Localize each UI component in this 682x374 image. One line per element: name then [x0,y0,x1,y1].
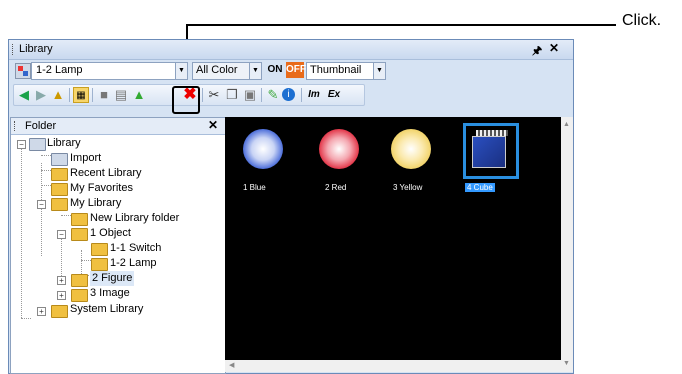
tree-node-2-figure[interactable]: 2 Figure [90,271,135,286]
info-icon[interactable]: i [282,88,295,101]
folder-pane-grip-icon [14,121,17,131]
selector-row: 1-2 Lamp ▼ All Color ▼ ON OFF Thumbnail … [9,60,573,82]
thumbnail-3-yellow[interactable] [391,129,431,169]
tree-node-my-favorites[interactable]: My Favorites [70,181,133,196]
folder-icon [71,289,88,302]
tree-node-system-library[interactable]: System Library [70,302,143,317]
library-combo[interactable]: 1-2 Lamp [31,62,177,80]
horizontal-scrollbar[interactable]: ◀ [225,360,561,372]
folder-icon [51,168,68,181]
tree-expand-image-icon[interactable]: + [57,291,66,300]
callout-line-horizontal [186,24,616,26]
folder-tree-toggle-icon[interactable]: ▦ [73,87,89,103]
tree-node-1-1-switch[interactable]: 1-1 Switch [110,241,161,256]
new-item-icon[interactable]: ■ [96,87,112,103]
color-filter-dropdown-icon[interactable]: ▼ [249,62,262,80]
callout-text: Click. [622,12,662,29]
pin-icon[interactable]: 🖈 [532,42,542,61]
folder-icon [51,183,68,196]
close-icon[interactable]: ✕ [549,41,559,55]
folder-open-icon [71,228,88,241]
thumbnail-pane: 1 Blue 2 Red 3 Yellow 4 Cube [225,117,561,360]
tree-node-1-2-lamp[interactable]: 1-2 Lamp [110,256,156,271]
tree-collapse-object-icon[interactable]: − [57,230,66,239]
folder-pane-header: Folder ✕ [11,118,225,135]
import-library-icon[interactable]: Im [306,87,322,103]
tree-collapse-library-icon[interactable]: − [17,140,26,149]
thumbnail-label-3-yellow: 3 Yellow [393,183,423,192]
off-button[interactable]: OFF [286,62,306,78]
tree-node-import[interactable]: Import [70,151,101,166]
import-icon[interactable]: ▲ [131,87,147,103]
library-window: Library 🖈 ✕ 1-2 Lamp ▼ All Color ▼ ON OF… [8,39,574,374]
properties-icon[interactable]: ▤ [113,87,129,103]
back-icon[interactable]: ◀ [16,87,32,103]
library-combo-dropdown-icon[interactable]: ▼ [175,62,188,80]
tree-node-library[interactable]: Library [47,136,81,151]
up-folder-icon[interactable]: ▲ [50,87,66,103]
tree-expand-system-library-icon[interactable]: + [37,307,46,316]
tree-node-my-library[interactable]: My Library [70,196,121,211]
on-button[interactable]: ON [266,62,284,78]
thumbnail-label-2-red: 2 Red [325,183,347,192]
forward-icon[interactable]: ▶ [33,87,49,103]
import-icon-tree [51,153,68,166]
thumbnail-1-blue[interactable] [243,129,283,169]
folder-pane: Folder ✕ − Library Import Recent Library… [10,117,226,374]
folder-open-icon [51,198,68,211]
view-mode-dropdown-icon[interactable]: ▼ [373,62,386,80]
library-root-icon [29,138,46,151]
tree-node-3-image[interactable]: 3 Image [90,286,130,301]
view-mode-combo[interactable]: Thumbnail [306,62,374,80]
copy-icon[interactable]: ❐ [224,87,240,103]
callout-highlight-box [172,86,200,114]
vertical-scrollbar[interactable]: ▲ ▼ [561,117,573,372]
tree-node-recent-library[interactable]: Recent Library [70,166,142,181]
window-titlebar[interactable]: Library 🖈 ✕ [9,40,573,60]
library-icon [15,63,31,79]
thumbnail-label-1-blue: 1 Blue [243,183,266,192]
folder-icon [71,274,88,287]
color-filter-combo[interactable]: All Color [192,62,250,80]
titlebar-grip-icon [12,44,15,55]
export-library-icon[interactable]: Ex [326,87,342,103]
paste-icon[interactable]: ▣ [242,87,258,103]
library-combo-value: 1-2 Lamp [36,64,83,76]
edit-icon[interactable]: ✎ [265,87,281,103]
color-filter-value: All Color [196,64,238,76]
tree-node-new-library-folder[interactable]: New Library folder [90,211,179,226]
new-folder-icon [71,213,88,226]
folder-pane-close-icon[interactable]: ✕ [208,118,218,132]
window-title: Library [19,43,53,55]
thumbnail-2-red[interactable] [319,129,359,169]
view-mode-value: Thumbnail [310,64,362,76]
tree-collapse-my-library-icon[interactable]: − [37,200,46,209]
thumbnail-4-cube[interactable] [463,123,519,179]
toolbar-row: ◀ ▶ ▲ ▦ ■ ▤ ▲ ✖ ✂ ❐ ▣ ✎ i Im Ex [9,84,573,106]
folder-icon [91,243,108,256]
folder-open-icon [91,258,108,271]
cube-icon [472,136,506,168]
cut-icon[interactable]: ✂ [206,87,222,103]
folder-icon [51,305,68,318]
tree-expand-figure-icon[interactable]: + [57,276,66,285]
folder-pane-title: Folder [25,120,57,132]
thumbnail-label-4-cube: 4 Cube [465,183,495,192]
tree-node-1-object[interactable]: 1 Object [90,226,131,241]
